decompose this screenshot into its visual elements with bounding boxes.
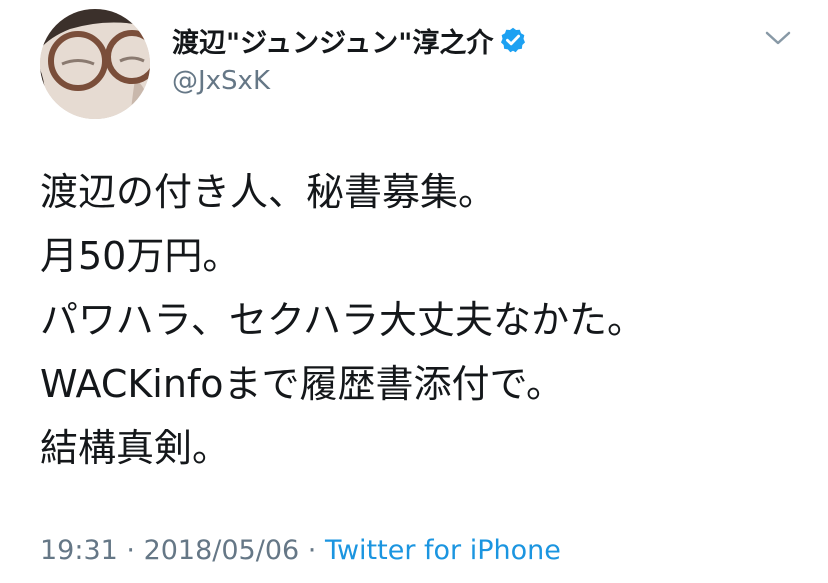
verified-badge-icon (499, 26, 527, 54)
tweet-metadata: 19:31 · 2018/05/06 · Twitter for iPhone (40, 535, 561, 566)
tweet-text-line: パワハラ、セクハラ大丈夫なかた。 (40, 298, 645, 342)
meta-separator: · (117, 535, 144, 566)
avatar-image (40, 9, 150, 119)
tweet-text-line: 渡辺の付き人、秘書募集。 (40, 170, 497, 214)
avatar[interactable] (40, 9, 150, 119)
tweet-text-line: 結構真剣。 (40, 426, 231, 470)
chevron-down-icon[interactable] (764, 28, 792, 48)
author-row[interactable]: 渡辺"ジュンジュン"淳之介 (172, 20, 527, 60)
tweet-text-line: 月50万円。 (40, 234, 241, 278)
tweet-date[interactable]: 2018/05/06 (144, 535, 300, 566)
display-name[interactable]: 渡辺"ジュンジュン"淳之介 (172, 21, 493, 60)
tweet-text-line: WACKinfoまで履歴書添付で。 (40, 362, 565, 406)
author-handle[interactable]: @JxSxK (172, 66, 270, 96)
tweet-card: 渡辺"ジュンジュン"淳之介 @JxSxK 渡辺の付き人、秘書募集。 月50万円。… (0, 0, 828, 583)
meta-separator: · (299, 535, 325, 566)
tweet-text: 渡辺の付き人、秘書募集。 月50万円。 パワハラ、セクハラ大丈夫なかた。 WAC… (40, 160, 810, 480)
tweet-source-link[interactable]: Twitter for iPhone (325, 535, 561, 566)
tweet-time[interactable]: 19:31 (40, 535, 118, 566)
